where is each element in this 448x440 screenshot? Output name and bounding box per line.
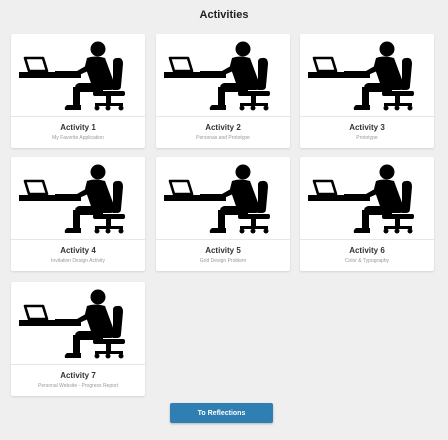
activity-description: Color & Typography	[344, 258, 390, 264]
card-divider	[300, 116, 434, 117]
activity-description: Invitation Design Activity	[51, 258, 105, 264]
person-at-computer-icon	[300, 34, 434, 114]
person-at-computer-icon	[11, 157, 145, 237]
activity-description: Grid Design Problem	[199, 258, 247, 264]
activity-name: Activity 5	[205, 246, 241, 255]
activity-card-7[interactable]: Activity 7 Personal Website - Progress R…	[11, 282, 145, 396]
activity-description: Prototype	[356, 135, 378, 141]
person-at-computer-icon	[300, 157, 434, 237]
activity-card-4[interactable]: Activity 4 Invitation Design Activity	[11, 157, 145, 271]
activity-card-3[interactable]: Activity 3 Prototype	[300, 34, 434, 148]
activity-name: Activity 3	[349, 123, 385, 132]
activity-name: Activity 7	[60, 371, 96, 380]
card-divider	[11, 116, 145, 117]
person-at-computer-icon	[156, 34, 290, 114]
activity-description: Personal Website - Progress Report	[38, 383, 118, 389]
card-divider	[11, 239, 145, 240]
card-divider	[156, 239, 290, 240]
page-title: Activities	[199, 9, 249, 21]
card-divider	[156, 116, 290, 117]
person-at-computer-icon	[11, 34, 145, 114]
activity-card-1[interactable]: Activity 1 My Favorite Application	[11, 34, 145, 148]
card-divider	[300, 239, 434, 240]
card-divider	[11, 364, 145, 365]
to-reflections-button[interactable]: To Reflections	[170, 403, 273, 423]
activity-name: Activity 1	[60, 123, 96, 132]
person-at-computer-icon	[156, 157, 290, 237]
activity-name: Activity 2	[205, 123, 241, 132]
activity-card-2[interactable]: Activity 2 Personas and Prototype	[156, 34, 290, 148]
activity-description: My Favorite Application	[52, 135, 104, 141]
activity-card-6[interactable]: Activity 6 Color & Typography	[300, 157, 434, 271]
person-at-computer-icon	[11, 282, 145, 362]
activity-description: Personas and Prototype	[196, 135, 250, 141]
activity-card-5[interactable]: Activity 5 Grid Design Problem	[156, 157, 290, 271]
activity-name: Activity 6	[349, 246, 385, 255]
activity-name: Activity 4	[60, 246, 96, 255]
